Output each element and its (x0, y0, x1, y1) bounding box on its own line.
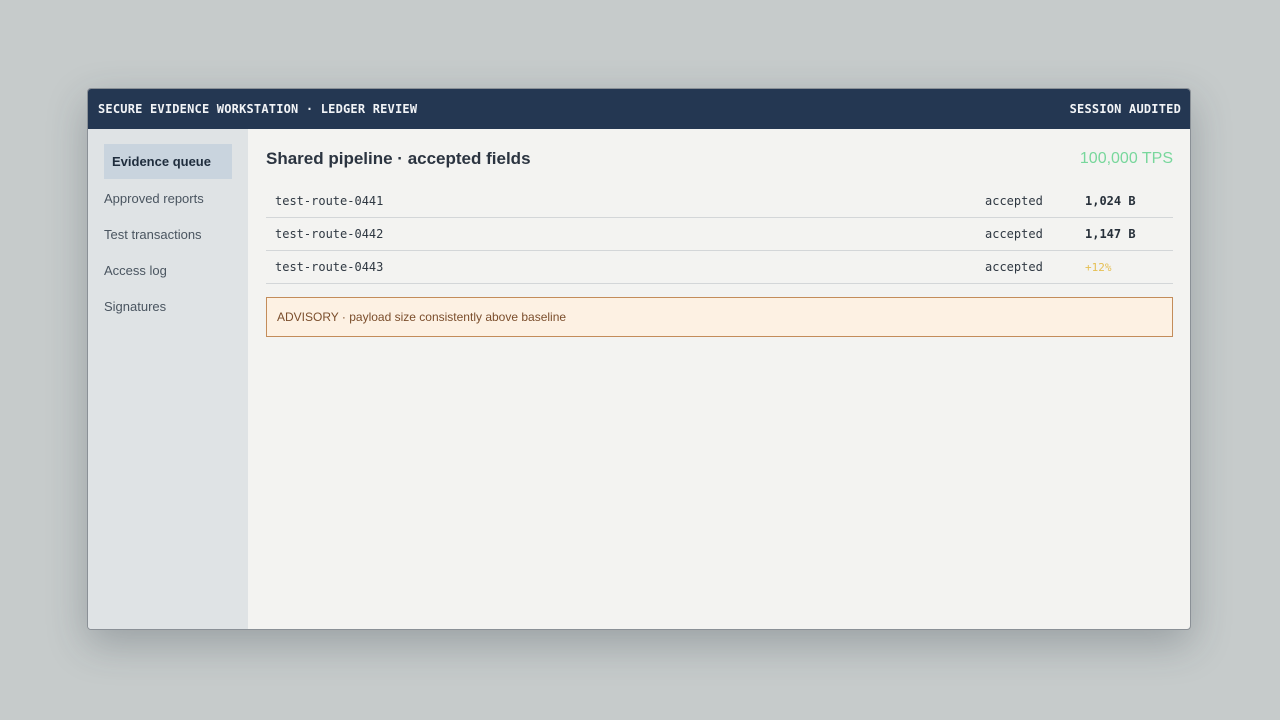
table-row[interactable]: test-route-0441 accepted 1,024 B (266, 185, 1173, 218)
delta-cell: +12% (1085, 250, 1173, 284)
session-status: SESSION AUDITED (1069, 102, 1181, 116)
route-cell: test-route-0443 (266, 250, 985, 284)
sidebar-item-signatures[interactable]: Signatures (104, 289, 232, 323)
sidebar-item-evidence-queue[interactable]: Evidence queue (104, 144, 232, 179)
route-cell: test-route-0442 (266, 217, 985, 251)
app-window: SECURE EVIDENCE WORKSTATION · LEDGER REV… (87, 88, 1191, 630)
sidebar-item-test-transactions[interactable]: Test transactions (104, 217, 232, 251)
page-title: Shared pipeline · accepted fields (266, 149, 531, 168)
title-bar: SECURE EVIDENCE WORKSTATION · LEDGER REV… (88, 89, 1190, 129)
main-header: Shared pipeline · accepted fields 100,00… (266, 145, 1173, 173)
sidebar: Evidence queue Approved reports Test tra… (88, 129, 248, 629)
advisory-banner: ADVISORY · payload size consistently abo… (266, 297, 1173, 337)
window-body: Evidence queue Approved reports Test tra… (88, 129, 1190, 629)
value-cell: 1,024 B (1085, 185, 1173, 218)
fields-table: test-route-0441 accepted 1,024 B test-ro… (266, 185, 1173, 284)
status-cell: accepted (985, 217, 1085, 251)
status-cell: accepted (985, 250, 1085, 284)
sidebar-item-access-log[interactable]: Access log (104, 253, 232, 287)
sidebar-item-approved-reports[interactable]: Approved reports (104, 181, 232, 215)
table-row[interactable]: test-route-0442 accepted 1,147 B (266, 217, 1173, 251)
status-cell: accepted (985, 185, 1085, 218)
window-title: SECURE EVIDENCE WORKSTATION · LEDGER REV… (98, 102, 418, 116)
table-row[interactable]: test-route-0443 accepted +12% (266, 250, 1173, 284)
route-cell: test-route-0441 (266, 185, 985, 218)
main-panel: Shared pipeline · accepted fields 100,00… (248, 129, 1190, 629)
value-cell: 1,147 B (1085, 217, 1173, 251)
throughput-indicator: 100,000 TPS (1079, 150, 1173, 167)
